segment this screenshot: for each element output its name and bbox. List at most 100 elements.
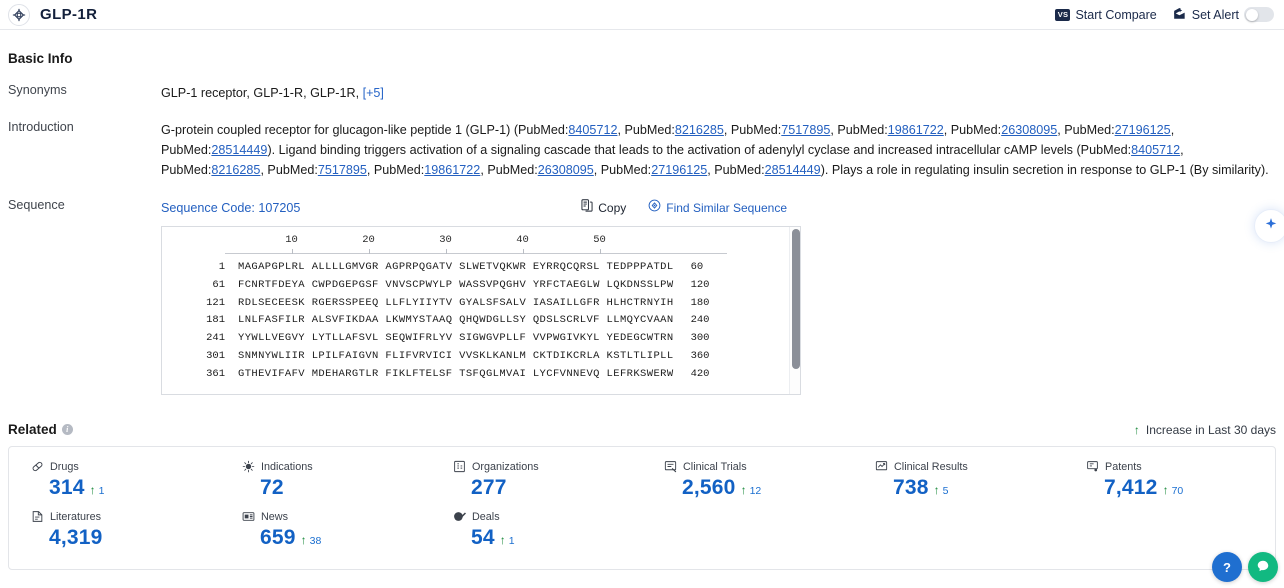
stat-label: Clinical Trials [664,460,853,473]
related-stats-grid: Drugs 314 ↑ 1 Indications 72 Organizations 277 C… [9,460,1275,550]
sequence-line: 241 YYWLLVEGVY LYTLLAFSVL SEQWIFRLYV SIGW… [162,329,800,347]
stat-delta-value: 38 [309,535,322,547]
info-icon[interactable]: i [61,424,73,435]
arrow-up-icon: ↑ [499,533,506,547]
pubmed-separator: , PubMed: [830,123,888,137]
assistant-float-button[interactable] [1254,209,1284,243]
clinical-trial-icon [664,460,677,473]
pubmed-link[interactable]: 26308095 [1001,123,1057,137]
pubmed-link[interactable]: 27196125 [1115,123,1171,137]
stat-value[interactable]: 72 [260,476,284,500]
pubmed-link[interactable]: 19861722 [424,163,480,177]
introduction-row: Introduction G-protein coupled receptor … [8,120,1276,180]
alert-mail-icon [1173,7,1187,23]
stat-deals[interactable]: Deals 54 ↑ 1 [431,510,642,550]
pubmed-link[interactable]: 7517895 [781,123,830,137]
basic-info-heading: Basic Info [8,51,1276,66]
stat-label-text: Indications [261,460,313,473]
pubmed-link[interactable]: 7517895 [318,163,367,177]
related-stats-card: Drugs 314 ↑ 1 Indications 72 Organizations 277 C… [8,446,1276,570]
stat-value[interactable]: 659 [260,526,296,550]
introduction-value: G-protein coupled receptor for glucagon-… [161,120,1276,180]
pubmed-link[interactable]: 28514449 [765,163,821,177]
stat-value[interactable]: 4,319 [49,526,103,550]
virus-icon [242,460,255,473]
chat-float-button[interactable] [1248,552,1278,582]
stat-drugs[interactable]: Drugs 314 ↑ 1 [9,460,220,500]
stat-value[interactable]: 54 [471,526,495,550]
chat-icon [1256,559,1270,576]
sequence-code[interactable]: Sequence Code: 107205 [161,198,300,218]
stat-indications[interactable]: Indications 72 [220,460,431,500]
stat-value[interactable]: 2,560 [682,476,736,500]
pubmed-separator: , PubMed: [366,163,425,177]
stat-clinical-trials[interactable]: Clinical Trials 2,560 ↑ 12 [642,460,853,500]
pubmed-link[interactable]: 27196125 [651,163,707,177]
ruler-label: 10 [285,234,298,246]
pubmed-link[interactable]: 26308095 [538,163,594,177]
header-actions: VS Start Compare Set Alert [1055,7,1274,23]
stat-delta: ↑ 70 [1163,483,1184,497]
stat-label: Literatures [31,510,220,523]
stat-value-row: 54 ↑ 1 [453,526,642,550]
stat-label-text: Organizations [472,460,539,473]
synonyms-more-link[interactable]: [+5] [363,86,384,100]
synonyms-row: Synonyms GLP-1 receptor, GLP-1-R, GLP-1R… [8,83,1276,103]
sequence-line: 121 RDLSECEESK RGERSSPEEQ LLFLYIIYTV GYAL… [162,294,800,312]
stat-value[interactable]: 738 [893,476,929,500]
page-content: Basic Info Synonyms GLP-1 receptor, GLP-… [0,51,1284,582]
sequence-scrollbar[interactable] [789,227,800,394]
stat-news[interactable]: News 659 ↑ 38 [220,510,431,550]
ruler-label: 20 [362,234,375,246]
pubmed-link[interactable]: 8405712 [568,123,617,137]
stat-delta: ↑ 1 [90,483,105,497]
stat-label: Clinical Results [875,460,1064,473]
pubmed-link[interactable]: 8216285 [211,163,260,177]
pubmed-link[interactable]: 19861722 [888,123,944,137]
pubmed-separator: , PubMed: [260,163,318,177]
stat-value[interactable]: 314 [49,476,85,500]
help-float-button[interactable]: ? [1212,552,1242,582]
stat-label-text: Literatures [50,510,102,523]
start-compare-button[interactable]: VS Start Compare [1055,8,1157,22]
related-legend: ↑ Increase in Last 30 days [1134,423,1276,437]
sequence-lines: 1 MAGAPGPLRL ALLLLGMVGR AGPRPQGATV SLWETV… [162,258,800,383]
stat-organizations[interactable]: Organizations 277 [431,460,642,500]
arrow-up-icon: ↑ [740,483,747,497]
stat-value[interactable]: 277 [471,476,507,500]
stat-delta-value: 12 [749,485,762,497]
sequence-toolbar: Sequence Code: 107205 Copy Find Similar … [161,198,1276,218]
find-similar-sequence-button[interactable]: Find Similar Sequence [648,198,787,218]
pubmed-link[interactable]: 28514449 [211,143,267,157]
sequence-viewer[interactable]: 10 20 30 40 50 1 MAGAPGPLRL ALLLLGMVGR AGPRPQ… [161,226,801,395]
find-similar-label: Find Similar Sequence [666,201,787,215]
related-heading: Related i ↑ Increase in Last 30 days [8,422,1276,437]
stat-label-text: Deals [472,510,500,523]
stat-value-row: 2,560 ↑ 12 [664,476,853,500]
stat-label: Patents [1086,460,1275,473]
assistant-icon [1264,217,1278,236]
pill-icon [31,460,44,473]
copy-button[interactable]: Copy [581,198,626,218]
pubmed-separator: , PubMed: [943,123,1002,137]
stat-patents[interactable]: Patents 7,412 ↑ 70 [1064,460,1275,500]
arrow-up-icon: ↑ [1162,483,1169,497]
vs-badge-icon: VS [1055,8,1071,21]
stat-value[interactable]: 7,412 [1104,476,1158,500]
sequence-scrollbar-thumb[interactable] [791,229,800,369]
stat-label-text: Clinical Results [894,460,968,473]
stat-value-row: 738 ↑ 5 [875,476,1064,500]
stat-clinical-results[interactable]: Clinical Results 738 ↑ 5 [853,460,1064,500]
sequence-label: Sequence [8,198,65,212]
pubmed-link[interactable]: 8216285 [675,123,724,137]
stat-literatures[interactable]: Literatures 4,319 [9,510,220,550]
related-title-wrap: Related i [8,422,73,437]
pubmed-separator: , PubMed: [1057,123,1115,137]
set-alert-control[interactable]: Set Alert [1173,7,1274,23]
synonyms-text: GLP-1 receptor, GLP-1-R, GLP-1R, [161,86,360,100]
sequence-line: 1 MAGAPGPLRL ALLLLGMVGR AGPRPQGATV SLWETV… [162,258,800,276]
app-logo-icon [8,3,30,26]
stat-delta-value: 5 [942,485,949,497]
pubmed-link[interactable]: 8405712 [1131,143,1180,157]
set-alert-toggle[interactable] [1244,7,1274,22]
